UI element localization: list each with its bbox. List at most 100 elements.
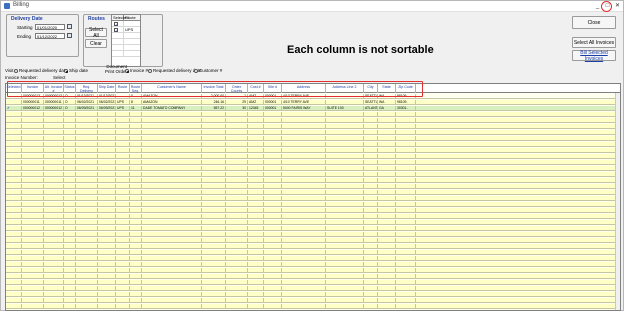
table-cell <box>364 148 378 153</box>
table-cell <box>264 202 282 207</box>
table-cell <box>248 154 264 159</box>
radio-icon[interactable] <box>64 68 68 73</box>
table-cell <box>264 196 282 201</box>
table-cell <box>6 124 22 129</box>
table-cell <box>248 118 264 123</box>
table-cell <box>364 226 378 231</box>
table-cell <box>226 280 248 285</box>
table-cell <box>378 202 396 207</box>
table-cell <box>364 160 378 165</box>
table-cell <box>226 238 248 243</box>
table-cell <box>282 118 326 123</box>
empty-row <box>6 172 620 177</box>
vertical-scrollbar[interactable] <box>615 93 620 310</box>
table-cell <box>64 244 76 249</box>
table-cell <box>142 172 202 177</box>
table-cell <box>130 190 142 195</box>
table-cell <box>142 154 202 159</box>
radio-icon[interactable] <box>14 68 18 73</box>
route-checkbox[interactable]: ✓ <box>114 28 118 33</box>
table-cell <box>6 238 22 243</box>
table-cell <box>364 262 378 267</box>
table-cell <box>202 154 226 159</box>
table-cell <box>282 172 326 177</box>
starting-label: Starting <box>17 25 33 30</box>
row-checkbox[interactable]: ✔ <box>6 106 22 111</box>
ending-date-input[interactable]: 01/12/2022 <box>35 33 65 39</box>
table-cell <box>142 196 202 201</box>
table-cell <box>326 250 364 255</box>
table-cell <box>364 190 378 195</box>
table-cell <box>396 292 416 297</box>
table-cell <box>116 274 130 279</box>
route-checkbox[interactable]: ✓ <box>114 22 118 27</box>
app-icon <box>4 3 10 9</box>
table-cell <box>226 148 248 153</box>
invoice-number-option[interactable]: Invoice # <box>125 68 148 73</box>
empty-row <box>6 244 620 249</box>
table-cell <box>44 160 64 165</box>
table-cell <box>6 262 22 267</box>
table-cell <box>98 118 116 123</box>
table-cell <box>326 226 364 231</box>
table-cell <box>64 238 76 243</box>
close-icon[interactable]: ✕ <box>613 2 622 10</box>
table-cell <box>142 118 202 123</box>
table-cell <box>142 112 202 117</box>
table-cell <box>130 304 142 309</box>
row-checkbox[interactable] <box>6 100 22 105</box>
radio-icon[interactable] <box>148 68 152 73</box>
table-cell <box>264 214 282 219</box>
table-cell <box>364 286 378 291</box>
table-cell <box>142 190 202 195</box>
empty-row <box>6 298 620 303</box>
table-cell <box>76 124 98 129</box>
table-cell <box>378 232 396 237</box>
starting-date-input[interactable]: 01/01/2020 <box>35 24 65 30</box>
table-row[interactable]: ✔ 000000012 000000012 O 06/09/2021 06/09/2021… <box>6 106 620 111</box>
table-cell <box>76 166 98 171</box>
calendar-icon[interactable] <box>67 24 72 29</box>
table-cell <box>202 298 226 303</box>
requested-delivery-date-option[interactable]: Requested delivery date <box>14 68 68 73</box>
table-cell <box>130 118 142 123</box>
table-cell <box>64 118 76 123</box>
table-cell <box>44 238 64 243</box>
table-cell <box>142 220 202 225</box>
table-cell <box>248 292 264 297</box>
table-cell <box>130 274 142 279</box>
table-cell <box>248 148 264 153</box>
table-cell <box>264 292 282 297</box>
empty-row <box>6 166 620 171</box>
table-cell <box>202 214 226 219</box>
table-cell <box>226 112 248 117</box>
table-cell <box>130 268 142 273</box>
select-all-routes-button[interactable]: Select All <box>85 27 107 39</box>
table-cell <box>248 232 264 237</box>
close-button[interactable]: Close <box>572 16 616 29</box>
ship-date-option[interactable]: Ship date <box>64 68 88 73</box>
table-cell <box>248 256 264 261</box>
select-all-invoices-button[interactable]: Select All Invoices <box>572 37 616 48</box>
radio-icon[interactable] <box>194 68 198 73</box>
table-cell <box>378 262 396 267</box>
table-cell <box>116 268 130 273</box>
table-cell <box>326 196 364 201</box>
table-cell: O <box>64 100 76 105</box>
table-row[interactable]: 000000011 000000011 O 06/02/2021 06/02/2021 U… <box>6 100 620 105</box>
customer-number-option[interactable]: Customer # <box>194 68 222 73</box>
calendar-icon[interactable] <box>67 33 72 38</box>
table-cell <box>248 184 264 189</box>
clear-routes-button[interactable]: Clear <box>85 39 107 48</box>
bill-selected-invoices-button[interactable]: Bill Selected Invoices <box>572 50 616 62</box>
table-cell <box>264 136 282 141</box>
empty-row <box>6 292 620 297</box>
table-cell <box>64 280 76 285</box>
table-cell <box>6 286 22 291</box>
table-cell <box>202 238 226 243</box>
table-cell <box>264 142 282 147</box>
table-cell <box>142 238 202 243</box>
table-cell <box>378 142 396 147</box>
radio-icon[interactable] <box>125 68 129 73</box>
table-cell <box>22 268 44 273</box>
